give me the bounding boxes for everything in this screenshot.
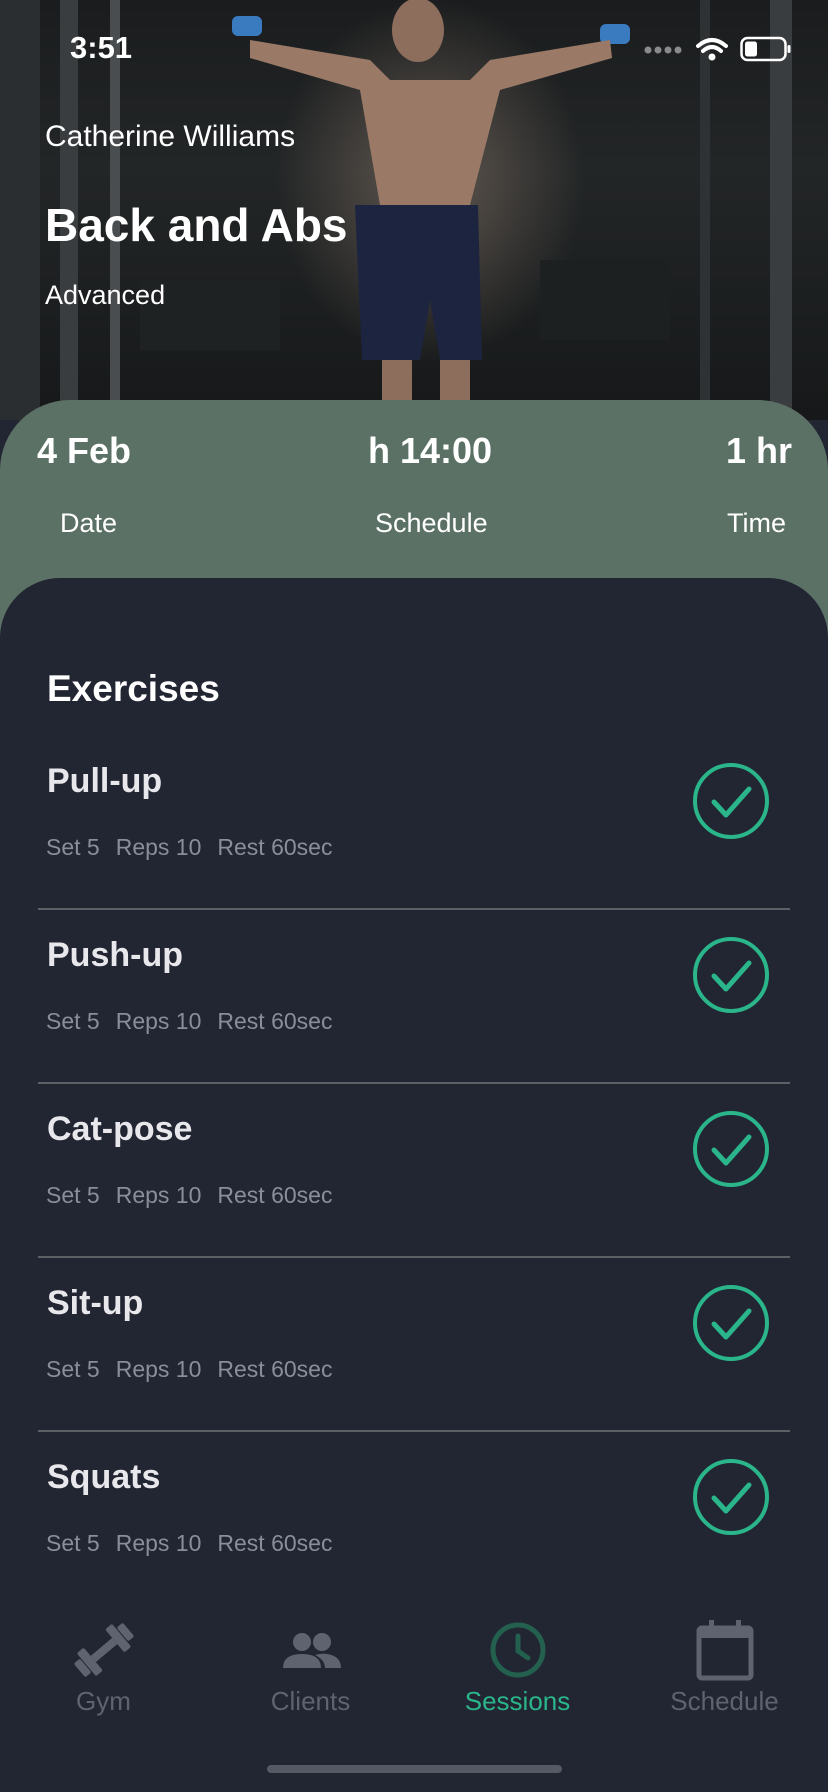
workout-level: Advanced bbox=[45, 280, 166, 310]
exercise-reps: Reps 10 bbox=[115, 1008, 202, 1034]
exercise-rest: Rest 60sec bbox=[217, 1530, 333, 1556]
exercise-name: Push-up bbox=[47, 936, 183, 974]
battery-icon bbox=[740, 36, 791, 62]
exercise-sets: Set 5 bbox=[46, 1182, 100, 1208]
check-circle-icon[interactable] bbox=[692, 762, 770, 840]
dumbbell-icon bbox=[74, 1623, 134, 1677]
wifi-icon bbox=[696, 38, 728, 61]
workout-title: Back and Abs bbox=[45, 199, 348, 251]
status-icons bbox=[644, 36, 792, 62]
tab-gym-label: Gym bbox=[76, 1686, 131, 1716]
exercise-reps: Reps 10 bbox=[115, 1356, 202, 1382]
tab-sessions[interactable]: Sessions bbox=[414, 1604, 621, 1724]
exercise-details: Set 5 Reps 10 Rest 60sec bbox=[46, 1182, 332, 1209]
exercise-details: Set 5 Reps 10 Rest 60sec bbox=[46, 1008, 332, 1035]
exercise-row[interactable]: Sit-up Set 5 Reps 10 Rest 60sec bbox=[38, 1256, 790, 1432]
check-circle-icon[interactable] bbox=[692, 1284, 770, 1362]
exercise-name: Sit-up bbox=[47, 1284, 144, 1322]
exercise-reps: Reps 10 bbox=[115, 834, 202, 860]
client-name: Catherine Williams bbox=[45, 120, 296, 153]
calendar-icon bbox=[696, 1620, 754, 1681]
exercise-sets: Set 5 bbox=[46, 1008, 100, 1034]
exercise-sets: Set 5 bbox=[46, 1356, 100, 1382]
people-icon bbox=[283, 1633, 341, 1668]
exercise-details: Set 5 Reps 10 Rest 60sec bbox=[46, 1530, 332, 1557]
schedule-label: Schedule bbox=[375, 508, 488, 538]
exercises-heading: Exercises bbox=[47, 668, 220, 709]
exercise-reps: Reps 10 bbox=[115, 1530, 202, 1556]
check-circle-icon[interactable] bbox=[692, 1458, 770, 1536]
tab-bar: Gym Clients Sessions Schedule bbox=[0, 1604, 828, 1792]
exercise-details: Set 5 Reps 10 Rest 60sec bbox=[46, 1356, 332, 1383]
status-time: 3:51 bbox=[70, 30, 133, 65]
schedule-value: h 14:00 bbox=[368, 430, 493, 471]
tab-schedule-label: Schedule bbox=[670, 1686, 779, 1716]
exercise-rest: Rest 60sec bbox=[217, 1356, 333, 1382]
check-circle-icon[interactable] bbox=[692, 936, 770, 1014]
exercise-rest: Rest 60sec bbox=[217, 834, 333, 860]
exercise-sets: Set 5 bbox=[46, 834, 100, 860]
exercise-row[interactable]: Squats Set 5 Reps 10 Rest 60sec bbox=[38, 1430, 790, 1606]
duration-label: Time bbox=[727, 508, 786, 538]
exercise-reps: Reps 10 bbox=[115, 1182, 202, 1208]
tab-gym[interactable]: Gym bbox=[0, 1604, 207, 1724]
exercise-name: Cat-pose bbox=[47, 1110, 193, 1148]
exercise-name: Pull-up bbox=[47, 762, 163, 800]
exercise-name: Squats bbox=[47, 1458, 161, 1496]
home-indicator[interactable] bbox=[267, 1765, 562, 1773]
duration-value: 1 hr bbox=[726, 430, 793, 471]
exercise-row[interactable]: Pull-up Set 5 Reps 10 Rest 60sec bbox=[38, 734, 790, 910]
exercise-row[interactable]: Cat-pose Set 5 Reps 10 Rest 60sec bbox=[38, 1082, 790, 1258]
check-circle-icon[interactable] bbox=[692, 1110, 770, 1188]
tab-schedule[interactable]: Schedule bbox=[621, 1604, 828, 1724]
exercise-details: Set 5 Reps 10 Rest 60sec bbox=[46, 834, 332, 861]
exercise-row[interactable]: Push-up Set 5 Reps 10 Rest 60sec bbox=[38, 908, 790, 1084]
tab-sessions-label: Sessions bbox=[464, 1686, 571, 1716]
exercise-rest: Rest 60sec bbox=[217, 1182, 333, 1208]
tab-clients-label: Clients bbox=[270, 1686, 351, 1716]
signal-icon bbox=[644, 46, 682, 54]
exercise-rest: Rest 60sec bbox=[217, 1008, 333, 1034]
clock-icon bbox=[490, 1622, 546, 1678]
date-label: Date bbox=[60, 508, 118, 538]
date-value: 4 Feb bbox=[37, 430, 132, 471]
tab-clients[interactable]: Clients bbox=[207, 1604, 414, 1724]
exercise-sets: Set 5 bbox=[46, 1530, 100, 1556]
